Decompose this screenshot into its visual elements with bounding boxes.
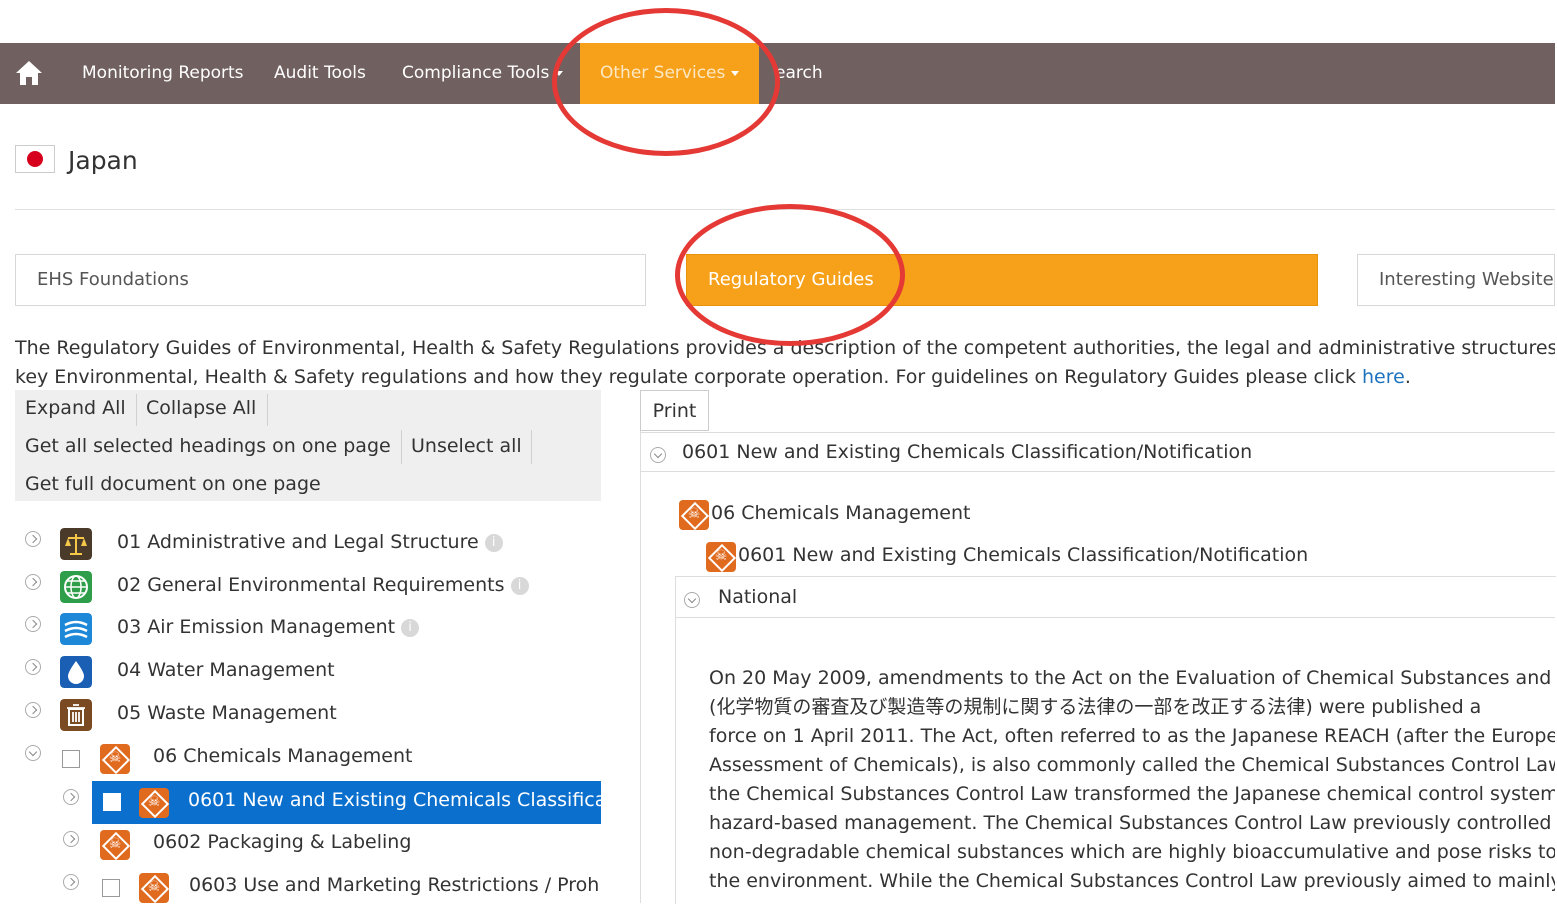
- nav-monitoring-reports[interactable]: Monitoring Reports: [82, 43, 244, 104]
- body-line: force on 1 April 2011. The Act, often re…: [709, 725, 1555, 747]
- intro-line-1: The Regulatory Guides of Environmental, …: [15, 337, 1555, 359]
- intro-line-2-end: .: [1404, 366, 1411, 388]
- expand-all-button[interactable]: Expand All: [25, 397, 126, 419]
- tree-item-02-label: 02 General Environmental Requirements: [117, 574, 505, 596]
- body-line: Assessment of Chemicals), is also common…: [709, 754, 1555, 776]
- chemical-hazard-icon: [706, 542, 736, 572]
- nav-other-services[interactable]: Other Services: [580, 43, 760, 104]
- tree-toolbar: Expand All Collapse All Get all selected…: [15, 390, 601, 501]
- tree-item-label: 06 Chemicals Management: [153, 745, 413, 767]
- chevron-down-icon: [731, 70, 740, 76]
- intro-line-2-text: key Environmental, Health & Safety regul…: [15, 366, 1362, 388]
- collapse-icon[interactable]: [684, 592, 700, 608]
- unselect-all-button[interactable]: Unselect all: [411, 435, 522, 457]
- body-line: the Chemical Substances Control Law tran…: [709, 783, 1555, 805]
- regulation-body-text: On 20 May 2009, amendments to the Act on…: [709, 664, 1555, 896]
- toolbar-separator: [267, 394, 268, 426]
- nav-compliance-tools-label: Compliance Tools: [402, 63, 550, 83]
- chemical-hazard-icon: [679, 500, 709, 530]
- expand-icon[interactable]: [25, 531, 41, 547]
- divider: [15, 209, 1555, 210]
- breadcrumb-subcategory: 0601 New and Existing Chemicals Classifi…: [738, 544, 1309, 566]
- globe-icon: [60, 571, 92, 603]
- toolbar-separator: [401, 430, 402, 464]
- tree-item[interactable]: 0603 Use and Marketing Restrictions / Pr…: [0, 869, 601, 907]
- tree-item[interactable]: 02 General Environmental Requirements i: [0, 569, 601, 607]
- breadcrumb-category: 06 Chemicals Management: [711, 502, 971, 524]
- tab-interesting-websites[interactable]: Interesting Website: [1357, 254, 1555, 306]
- chemical-hazard-icon: [139, 873, 169, 903]
- tree-item-label: 03 Air Emission Management i: [117, 616, 420, 638]
- tree-item-label: 0602 Packaging & Labeling: [153, 831, 412, 853]
- expand-icon[interactable]: [25, 659, 41, 675]
- tree-item[interactable]: 06 Chemicals Management: [0, 740, 601, 778]
- tree-checkbox[interactable]: [62, 750, 80, 768]
- tree-item-selected[interactable]: 0601 New and Existing Chemicals Classifi…: [92, 781, 606, 824]
- info-icon[interactable]: i: [510, 577, 529, 595]
- intro-line-2: key Environmental, Health & Safety regul…: [15, 363, 1555, 392]
- expand-icon[interactable]: [25, 702, 41, 718]
- nav-compliance-tools[interactable]: Compliance Tools: [402, 43, 564, 104]
- air-icon: [60, 613, 92, 645]
- body-line: On 20 May 2009, amendments to the Act on…: [709, 667, 1555, 689]
- full-document-button[interactable]: Get full document on one page: [25, 473, 321, 495]
- body-line: non-degradable chemical substances which…: [709, 841, 1555, 863]
- guidelines-link[interactable]: here: [1362, 366, 1405, 388]
- tree-item[interactable]: 03 Air Emission Management i: [0, 611, 601, 649]
- national-title: National: [718, 586, 798, 608]
- tree-item-label: 0601 New and Existing Chemicals Classifi…: [188, 789, 607, 811]
- tree-item[interactable]: 04 Water Management: [0, 654, 601, 692]
- collapse-icon[interactable]: [25, 745, 41, 761]
- info-icon[interactable]: i: [484, 534, 503, 552]
- toolbar-separator: [531, 430, 532, 464]
- tree-item-01-label: 01 Administrative and Legal Structure: [117, 531, 479, 553]
- tree-item-label: 0603 Use and Marketing Restrictions / Pr…: [189, 874, 600, 896]
- nav-audit-tools[interactable]: Audit Tools: [274, 43, 366, 104]
- tree-item[interactable]: 05 Waste Management: [0, 697, 601, 735]
- tab-ehs-foundations[interactable]: EHS Foundations: [15, 254, 646, 306]
- info-icon[interactable]: i: [401, 619, 420, 637]
- national-header[interactable]: National: [675, 576, 1555, 618]
- tree-item[interactable]: 0602 Packaging & Labeling: [0, 826, 601, 864]
- selected-headings-button[interactable]: Get all selected headings on one page: [25, 435, 391, 457]
- tree-checkbox[interactable]: [103, 793, 121, 811]
- tree-checkbox[interactable]: [102, 879, 120, 897]
- expand-icon[interactable]: [63, 874, 79, 890]
- chemical-hazard-icon: [139, 788, 169, 818]
- section-header[interactable]: 0601 New and Existing Chemicals Classifi…: [640, 432, 1555, 472]
- expand-icon[interactable]: [25, 616, 41, 632]
- japan-flag-icon: [15, 145, 55, 173]
- tab-regulatory-guides[interactable]: Regulatory Guides: [686, 254, 1318, 306]
- print-button[interactable]: Print: [640, 390, 709, 431]
- intro-text: The Regulatory Guides of Environmental, …: [15, 334, 1555, 392]
- collapse-icon[interactable]: [650, 447, 666, 463]
- tree-item-label: 02 General Environmental Requirements i: [117, 574, 529, 596]
- tree-item-label: 04 Water Management: [117, 659, 335, 681]
- tree-item-03-label: 03 Air Emission Management: [117, 616, 396, 638]
- home-icon[interactable]: [14, 58, 44, 88]
- top-nav: Monitoring Reports Audit Tools Complianc…: [0, 43, 1555, 104]
- page-title: Japan: [68, 146, 138, 175]
- expand-icon[interactable]: [63, 789, 79, 805]
- scales-icon: [60, 528, 92, 560]
- toolbar-separator: [136, 394, 137, 426]
- chemical-hazard-icon: [100, 830, 130, 860]
- nav-search[interactable]: earch: [775, 43, 823, 104]
- body-line: hazard-based management. The Chemical Su…: [709, 812, 1555, 834]
- water-drop-icon: [60, 656, 92, 688]
- tree-item[interactable]: 01 Administrative and Legal Structure i: [0, 526, 601, 564]
- section-title: 0601 New and Existing Chemicals Classifi…: [682, 441, 1253, 463]
- trash-can-icon: [60, 699, 92, 731]
- expand-icon[interactable]: [63, 831, 79, 847]
- expand-icon[interactable]: [25, 574, 41, 590]
- chemical-hazard-icon: [100, 744, 130, 774]
- collapse-all-button[interactable]: Collapse All: [146, 397, 256, 419]
- tree-item-label: 05 Waste Management: [117, 702, 337, 724]
- chevron-down-icon: [555, 70, 564, 76]
- tree-item-label: 01 Administrative and Legal Structure i: [117, 531, 503, 553]
- body-line: the environment. While the Chemical Subs…: [709, 870, 1555, 892]
- nav-other-services-label: Other Services: [600, 63, 726, 83]
- body-line: (化学物質の審査及び製造等の規制に関する法律の一部を改正する法律) were p…: [709, 696, 1482, 718]
